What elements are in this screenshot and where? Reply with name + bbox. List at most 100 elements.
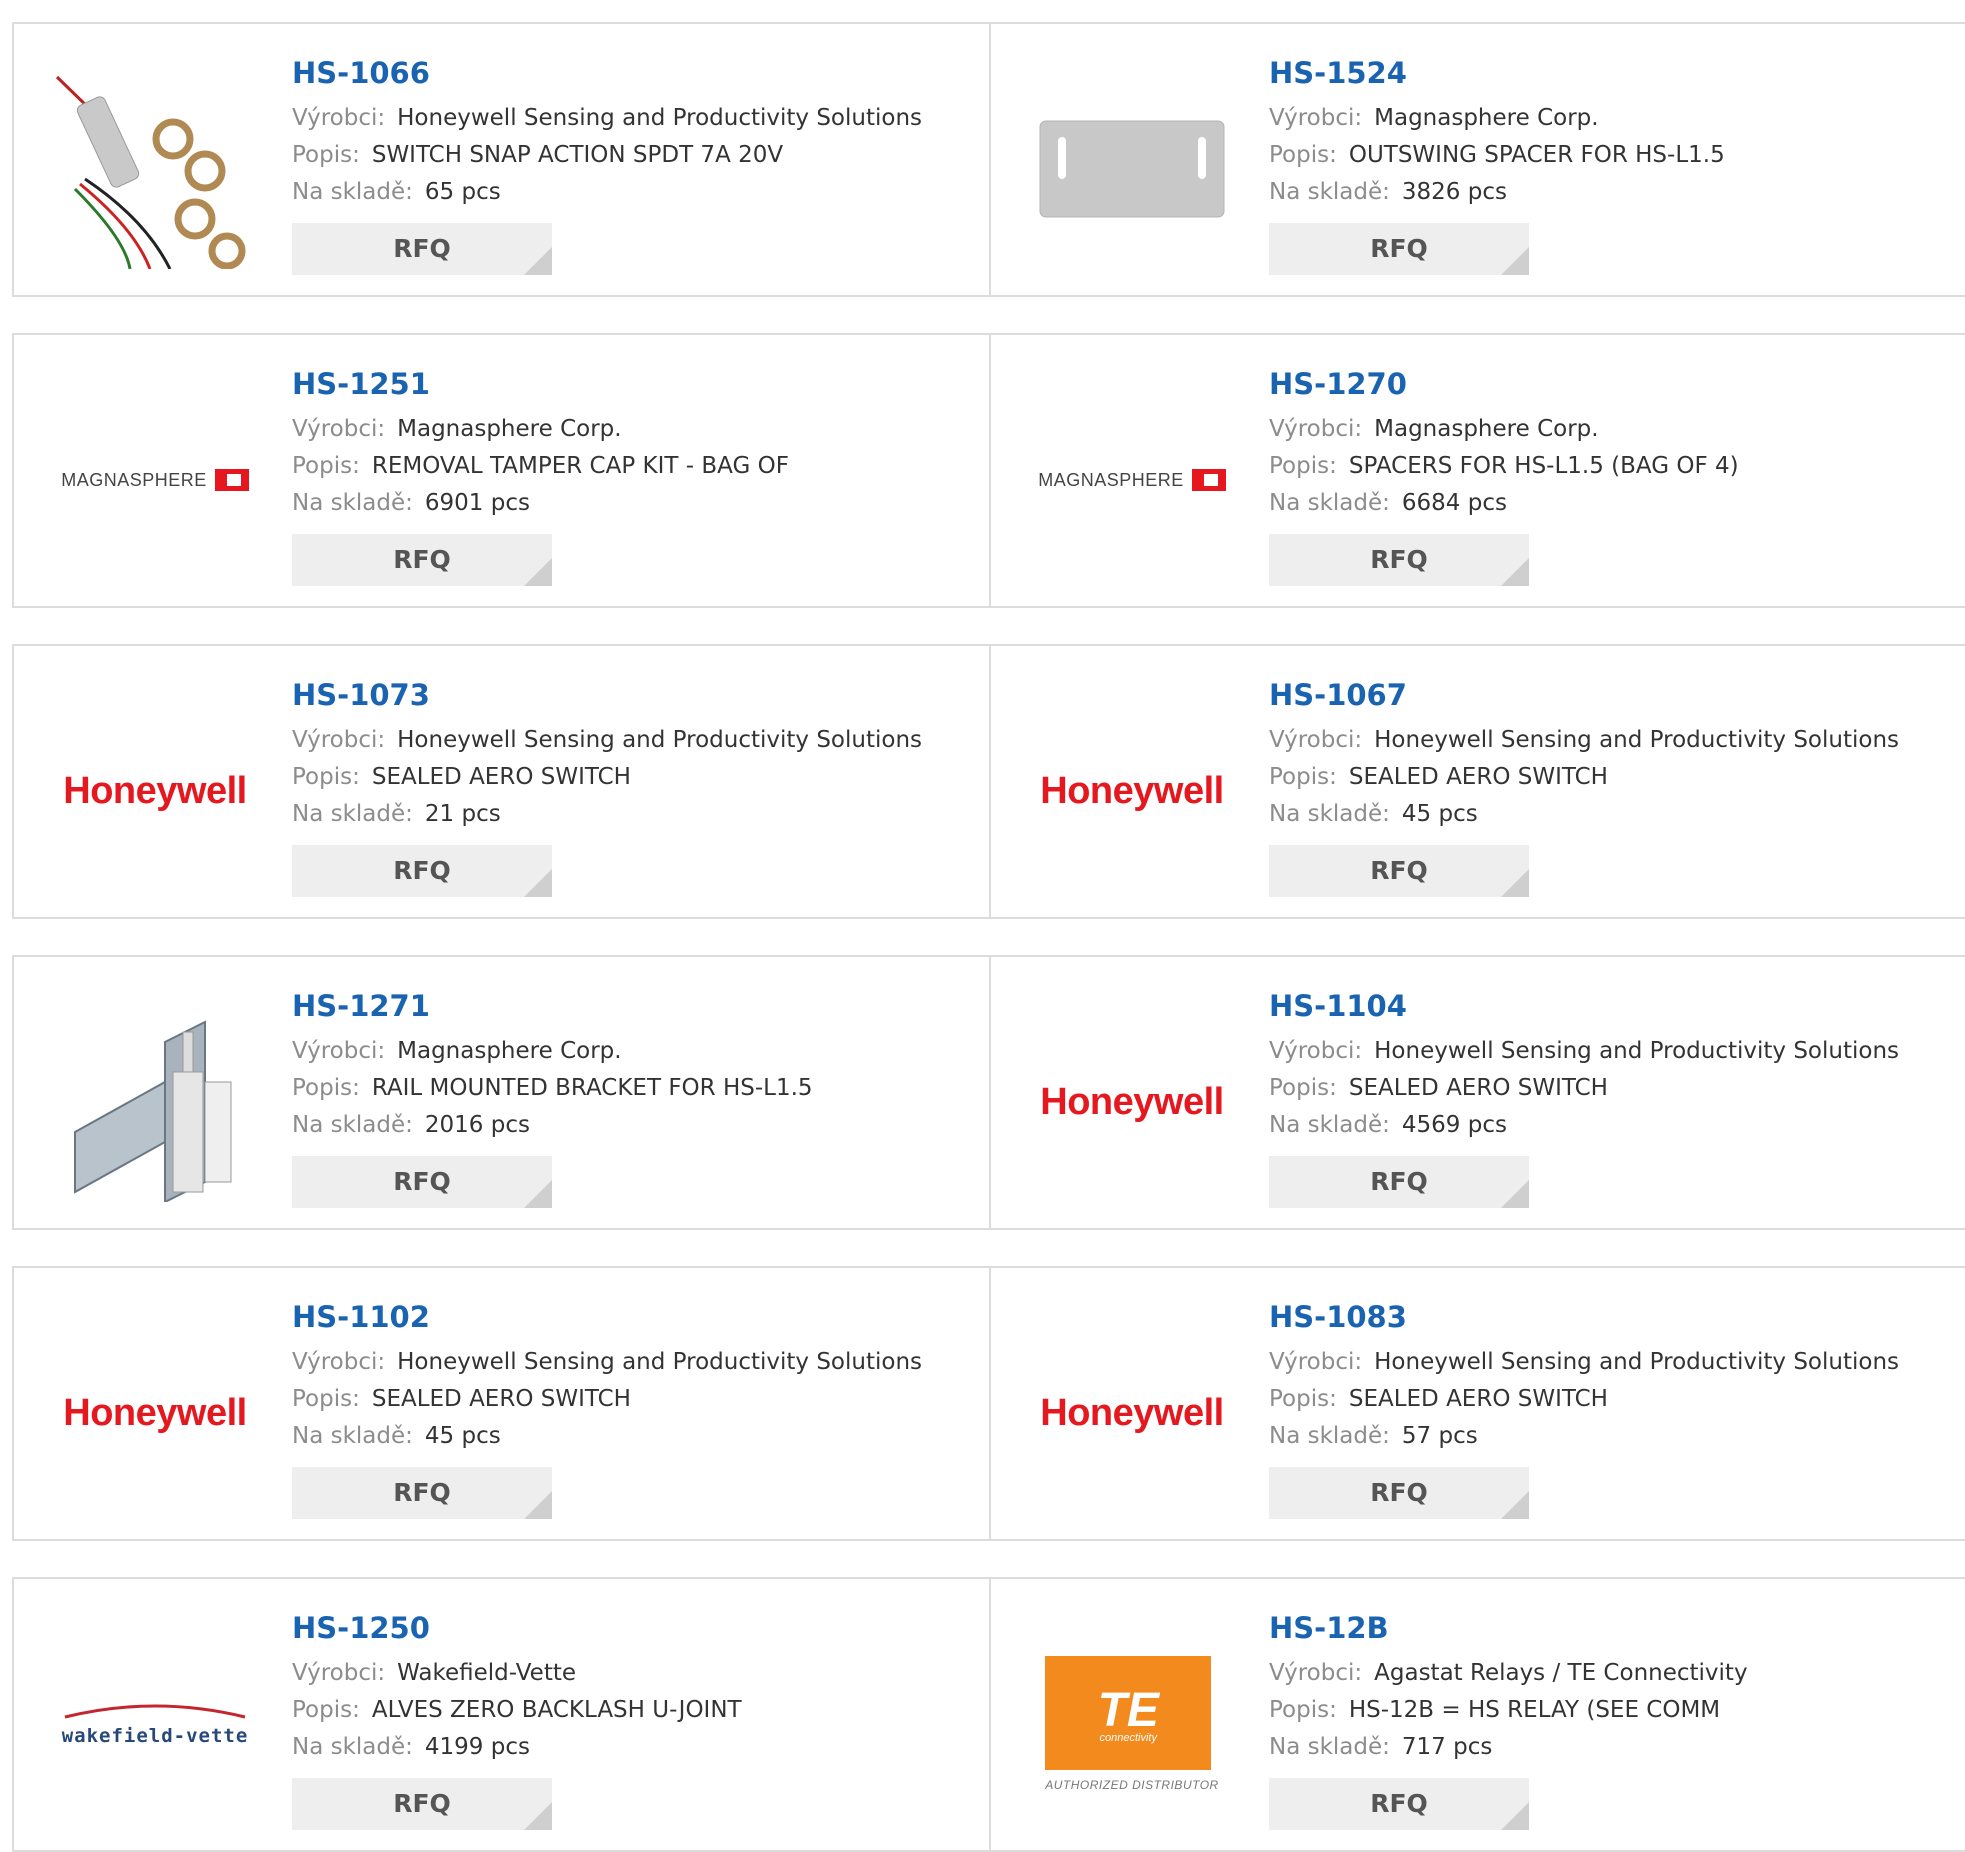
product-info: HS-1524 Výrobci: Magnasphere Corp. Popis:… [1269, 54, 1725, 275]
manufacturer-value: Honeywell Sensing and Productivity Solut… [397, 727, 923, 753]
description-label: Popis: [292, 1386, 360, 1412]
rfq-button[interactable]: RFQ [292, 534, 552, 586]
rfq-button[interactable]: RFQ [1269, 223, 1529, 275]
part-number-link[interactable]: HS-1524 [1269, 54, 1725, 92]
stock-row: Na skladě: 3826 pcs [1269, 174, 1725, 211]
product-image[interactable]: Honeywell [1029, 999, 1235, 1205]
rfq-button[interactable]: RFQ [1269, 534, 1529, 586]
manufacturer-row: Výrobci: Magnasphere Corp. [1269, 100, 1725, 137]
rfq-label: RFQ [1370, 856, 1428, 885]
product-image[interactable] [1029, 66, 1235, 272]
stock-row: Na skladě: 45 pcs [1269, 796, 1899, 833]
description-value: SEALED AERO SWITCH [371, 1386, 631, 1412]
product-image[interactable]: Honeywell [52, 1310, 258, 1516]
corner-triangle-icon [524, 1180, 552, 1208]
product-image[interactable]: wakefield-vette [52, 1621, 258, 1827]
manufacturer-row: Výrobci: Magnasphere Corp. [292, 1033, 813, 1070]
manufacturer-label: Výrobci: [292, 1660, 386, 1686]
product-image[interactable] [52, 999, 258, 1205]
description-row: Popis: SEALED AERO SWITCH [292, 759, 922, 796]
stock-row: Na skladě: 2016 pcs [292, 1107, 813, 1144]
description-row: Popis: REMOVAL TAMPER CAP KIT - BAG OF [292, 448, 789, 485]
part-number-link[interactable]: HS-1066 [292, 54, 922, 92]
stock-label: Na skladě: [1269, 1112, 1390, 1138]
manufacturer-label: Výrobci: [292, 727, 386, 753]
stock-label: Na skladě: [292, 801, 413, 827]
rfq-label: RFQ [1370, 1789, 1428, 1818]
product-image[interactable]: Honeywell [52, 688, 258, 894]
stock-label: Na skladě: [292, 1423, 413, 1449]
honeywell-logo: Honeywell [1040, 1391, 1224, 1434]
part-number-link[interactable]: HS-1073 [292, 676, 922, 714]
rfq-label: RFQ [393, 234, 451, 263]
rfq-label: RFQ [393, 1167, 451, 1196]
rfq-button[interactable]: RFQ [292, 1156, 552, 1208]
manufacturer-row: Výrobci: Wakefield-Vette [292, 1655, 742, 1692]
part-number-link[interactable]: HS-1067 [1269, 676, 1899, 714]
part-number-link[interactable]: HS-1251 [292, 365, 789, 403]
bracket-photo [74, 1020, 232, 1202]
product-row: Honeywell HS-1073 Výrobci: Honeywell Sens… [12, 644, 1965, 919]
product-image[interactable]: TE connectivity AUTHORIZED DISTRIBUTOR [1029, 1621, 1235, 1827]
stock-value: 717 pcs [1401, 1734, 1493, 1760]
part-number-link[interactable]: HS-1104 [1269, 987, 1899, 1025]
manufacturer-row: Výrobci: Magnasphere Corp. [292, 411, 789, 448]
part-number-link[interactable]: HS-1271 [292, 987, 813, 1025]
product-info: HS-1251 Výrobci: Magnasphere Corp. Popis:… [292, 365, 789, 586]
magnasphere-logo: MAGNASPHERE [61, 469, 249, 491]
rfq-button[interactable]: RFQ [1269, 1156, 1529, 1208]
product-card: HS-1524 Výrobci: Magnasphere Corp. Popis:… [991, 24, 1965, 295]
product-info: HS-1102 Výrobci: Honeywell Sensing and Pr… [292, 1298, 922, 1519]
stock-value: 4199 pcs [424, 1734, 530, 1760]
product-info: HS-1104 Výrobci: Honeywell Sensing and Pr… [1269, 987, 1899, 1208]
part-number-link[interactable]: HS-1250 [292, 1609, 742, 1647]
manufacturer-row: Výrobci: Honeywell Sensing and Productivi… [1269, 1344, 1899, 1381]
rfq-button[interactable]: RFQ [292, 1778, 552, 1830]
manufacturer-value: Magnasphere Corp. [1374, 105, 1599, 131]
rfq-button[interactable]: RFQ [292, 223, 552, 275]
manufacturer-value: Honeywell Sensing and Productivity Solut… [1374, 727, 1900, 753]
product-row: MAGNASPHERE HS-1251 Výrobci: Magnasphere … [12, 333, 1965, 608]
part-number-link[interactable]: HS-12B [1269, 1609, 1748, 1647]
description-value: SEALED AERO SWITCH [1348, 1075, 1608, 1101]
product-card: MAGNASPHERE HS-1251 Výrobci: Magnasphere … [14, 335, 991, 606]
part-number-link[interactable]: HS-1270 [1269, 365, 1739, 403]
product-image[interactable]: Honeywell [1029, 688, 1235, 894]
product-image[interactable]: MAGNASPHERE [52, 377, 258, 583]
description-row: Popis: SWITCH SNAP ACTION SPDT 7A 20V [292, 137, 922, 174]
product-image[interactable]: Honeywell [1029, 1310, 1235, 1516]
rfq-label: RFQ [1370, 1167, 1428, 1196]
stock-row: Na skladě: 45 pcs [292, 1418, 922, 1455]
honeywell-logo: Honeywell [1040, 1080, 1224, 1123]
description-row: Popis: SEALED AERO SWITCH [1269, 1381, 1899, 1418]
stock-row: Na skladě: 21 pcs [292, 796, 922, 833]
manufacturer-label: Výrobci: [1269, 105, 1363, 131]
description-value: SEALED AERO SWITCH [1348, 764, 1608, 790]
stock-label: Na skladě: [1269, 1423, 1390, 1449]
product-image[interactable]: MAGNASPHERE [1029, 377, 1235, 583]
rfq-button[interactable]: RFQ [1269, 845, 1529, 897]
rfq-button[interactable]: RFQ [292, 845, 552, 897]
manufacturer-label: Výrobci: [1269, 1349, 1363, 1375]
rfq-label: RFQ [393, 545, 451, 574]
description-row: Popis: SPACERS FOR HS-L1.5 (BAG OF 4) [1269, 448, 1739, 485]
stock-label: Na skladě: [292, 1112, 413, 1138]
description-label: Popis: [292, 764, 360, 790]
honeywell-logo: Honeywell [63, 1391, 247, 1434]
product-card: HS-1066 Výrobci: Honeywell Sensing and Pr… [14, 24, 991, 295]
product-image[interactable] [52, 66, 258, 272]
manufacturer-value: Honeywell Sensing and Productivity Solut… [1374, 1038, 1900, 1064]
stock-label: Na skladě: [1269, 490, 1390, 516]
part-number-link[interactable]: HS-1083 [1269, 1298, 1899, 1336]
product-info: HS-1271 Výrobci: Magnasphere Corp. Popis:… [292, 987, 813, 1208]
rfq-button[interactable]: RFQ [292, 1467, 552, 1519]
stock-row: Na skladě: 65 pcs [292, 174, 922, 211]
part-number-link[interactable]: HS-1102 [292, 1298, 922, 1336]
manufacturer-row: Výrobci: Honeywell Sensing and Productivi… [292, 722, 922, 759]
manufacturer-row: Výrobci: Honeywell Sensing and Productivi… [1269, 722, 1899, 759]
manufacturer-label: Výrobci: [1269, 416, 1363, 442]
description-row: Popis: ALVES ZERO BACKLASH U-JOINT [292, 1692, 742, 1729]
rfq-button[interactable]: RFQ [1269, 1778, 1529, 1830]
rfq-button[interactable]: RFQ [1269, 1467, 1529, 1519]
stock-row: Na skladě: 4199 pcs [292, 1729, 742, 1766]
